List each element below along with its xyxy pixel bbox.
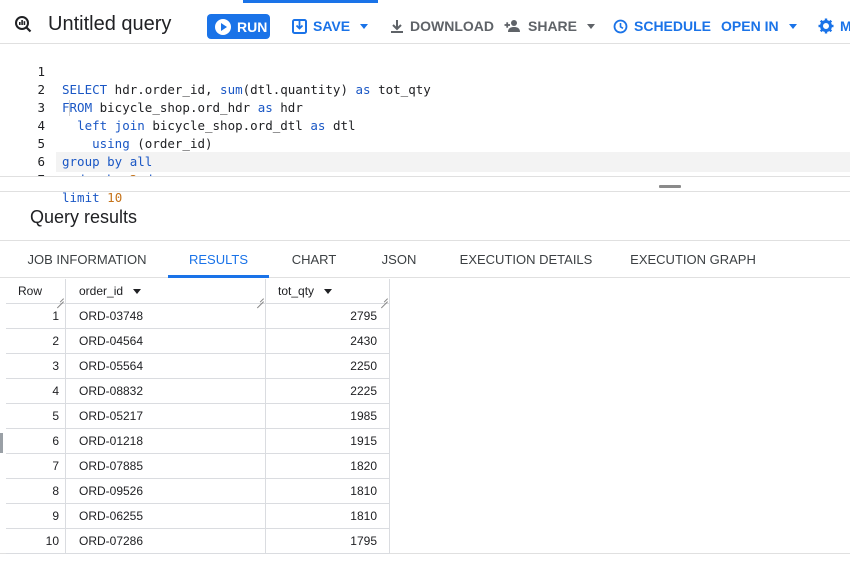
tab-execution-details[interactable]: EXECUTION DETAILS [452, 241, 600, 278]
row-number-cell: 9 [6, 504, 66, 529]
column-header-label: tot_qty [278, 284, 315, 298]
table-row: 1 ORD-03748 2795 [6, 304, 391, 329]
code-line: 1 SELECT hdr.order_id, sum(dtl.quantity)… [0, 45, 850, 97]
query-icon [15, 16, 32, 33]
table-row: 3 ORD-05564 2250 [6, 354, 391, 379]
order-id-cell: ORD-08832 [66, 379, 266, 404]
save-button[interactable]: SAVE [292, 18, 369, 34]
tot-qty-cell: 1810 [266, 504, 390, 529]
table-row: 2 ORD-04564 2430 [6, 329, 391, 354]
table-row: 10 ORD-07286 1795 [6, 529, 391, 554]
chevron-down-icon [360, 23, 369, 29]
order-id-cell: ORD-01218 [66, 429, 266, 454]
order-id-cell: ORD-05564 [66, 354, 266, 379]
row-number-cell: 6 [6, 429, 66, 454]
table-row: 6 ORD-01218 1915 [6, 429, 391, 454]
column-header-label: order_id [79, 284, 124, 298]
drag-handle-icon[interactable] [659, 185, 681, 188]
column-header-tot-qty[interactable]: tot_qty [266, 279, 390, 304]
tot-qty-cell: 1795 [266, 529, 390, 554]
tot-qty-cell: 1985 [266, 404, 390, 429]
table-row: 5 ORD-05217 1985 [6, 404, 391, 429]
column-header-label: Row [18, 284, 43, 298]
table-row: 9 ORD-06255 1810 [6, 504, 391, 529]
results-table: Row order_id tot_qty 1 ORD-03748 2795 2 … [0, 279, 850, 554]
order-id-cell: ORD-07286 [66, 529, 266, 554]
results-tabs: JOB INFORMATION RESULTS CHART JSON EXECU… [0, 240, 850, 278]
clock-icon [613, 19, 628, 33]
run-button[interactable]: RUN [207, 14, 270, 39]
share-button[interactable]: SHARE [504, 18, 596, 34]
row-number-cell: 3 [6, 354, 66, 379]
run-label: RUN [237, 18, 268, 35]
tab-results[interactable]: RESULTS [168, 241, 269, 278]
query-title[interactable]: Untitled query [48, 13, 171, 36]
row-number-cell: 4 [6, 379, 66, 404]
share-label: SHARE [528, 18, 578, 34]
chevron-down-icon [587, 23, 596, 29]
order-id-cell: ORD-05217 [66, 404, 266, 429]
resize-grip-icon[interactable] [257, 295, 264, 302]
resize-grip-icon[interactable] [57, 295, 64, 302]
table-row: 4 ORD-08832 2225 [6, 379, 391, 404]
download-icon [391, 19, 403, 33]
tab-chart[interactable]: CHART [281, 241, 347, 278]
code-line: 6 order by 2 desc [0, 135, 850, 187]
tab-execution-graph[interactable]: EXECUTION GRAPH [625, 241, 761, 278]
open-in-button[interactable]: OPEN IN [721, 18, 797, 34]
tot-qty-cell: 1915 [266, 429, 390, 454]
open-in-label: OPEN IN [721, 18, 779, 34]
order-id-cell: ORD-06255 [66, 504, 266, 529]
code-line: 7 limit 10 [0, 153, 850, 205]
query-toolbar: Untitled query RUN SAVE DOWNLOAD SHARE S… [0, 0, 850, 44]
tot-qty-cell: 2795 [266, 304, 390, 329]
gear-icon [818, 18, 834, 34]
chevron-down-icon [788, 23, 797, 29]
active-tab-indicator [243, 0, 378, 3]
sort-caret-icon[interactable] [133, 288, 142, 294]
schedule-label: SCHEDULE [634, 18, 712, 34]
tot-qty-cell: 2225 [266, 379, 390, 404]
tab-json[interactable]: JSON [371, 241, 427, 278]
download-button[interactable]: DOWNLOAD [390, 18, 494, 34]
schedule-button[interactable]: SCHEDULE [613, 18, 711, 34]
download-label: DOWNLOAD [410, 18, 494, 34]
code-line: 5 group by all [0, 117, 850, 169]
tot-qty-cell: 2250 [266, 354, 390, 379]
code-line: 4 using (order_id) [0, 99, 850, 151]
row-number-cell: 10 [6, 529, 66, 554]
tot-qty-cell: 2430 [266, 329, 390, 354]
play-icon [215, 18, 231, 35]
row-number-cell: 8 [6, 479, 66, 504]
sql-editor[interactable]: 1 SELECT hdr.order_id, sum(dtl.quantity)… [0, 44, 850, 205]
order-id-cell: ORD-04564 [66, 329, 266, 354]
add-person-icon [504, 20, 520, 32]
code-line: 3 left join bicycle_shop.ord_dtl as dtl [0, 81, 850, 133]
tab-job-information[interactable]: JOB INFORMATION [18, 241, 156, 278]
more-button[interactable]: M [818, 18, 850, 34]
column-header-row: Row [6, 279, 66, 304]
tot-qty-cell: 1820 [266, 454, 390, 479]
row-number-cell: 7 [6, 454, 66, 479]
table-header-row: Row order_id tot_qty [6, 279, 391, 304]
row-number-cell: 5 [6, 404, 66, 429]
more-label: M [840, 18, 850, 34]
sort-caret-icon[interactable] [324, 288, 333, 294]
save-label: SAVE [313, 18, 351, 34]
editor-resize-bar[interactable] [0, 176, 850, 192]
code-line: 2 FROM bicycle_shop.ord_hdr as hdr [0, 63, 850, 115]
order-id-cell: ORD-09526 [66, 479, 266, 504]
row-number-cell: 1 [6, 304, 66, 329]
resize-grip-icon[interactable] [381, 295, 388, 302]
tot-qty-cell: 1810 [266, 479, 390, 504]
results-title: Query results [30, 207, 138, 227]
save-icon [292, 18, 307, 34]
row-number-cell: 2 [6, 329, 66, 354]
order-id-cell: ORD-07885 [66, 454, 266, 479]
table-row: 7 ORD-07885 1820 [6, 454, 391, 479]
panel-resize-handle[interactable] [0, 433, 3, 453]
order-id-cell: ORD-03748 [66, 304, 266, 329]
column-header-order-id[interactable]: order_id [66, 279, 266, 304]
table-row: 8 ORD-09526 1810 [6, 479, 391, 504]
